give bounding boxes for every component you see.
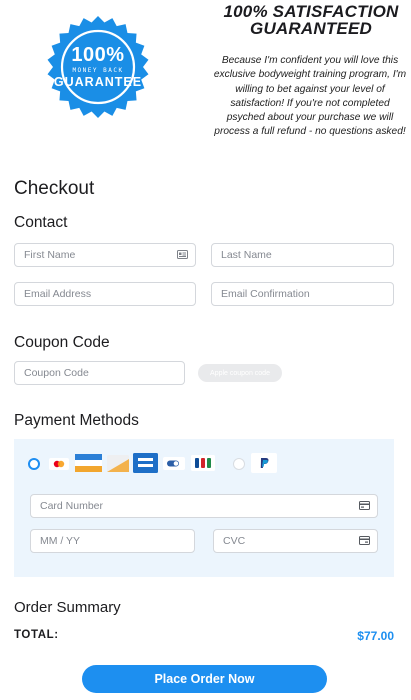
apply-coupon-button[interactable]: Apple coupon code xyxy=(198,364,282,382)
first-name-field[interactable]: First Name xyxy=(14,243,196,267)
card-orange-icon xyxy=(107,455,129,472)
place-order-button[interactable]: Place Order Now xyxy=(82,665,327,693)
total-value: $77.00 xyxy=(357,629,394,643)
contact-heading: Contact xyxy=(14,214,68,231)
badge-percent: 100% xyxy=(71,44,125,66)
coupon-placeholder: Coupon Code xyxy=(24,367,89,379)
first-name-placeholder: First Name xyxy=(24,249,76,261)
card-icon xyxy=(359,501,370,510)
coupon-code-input[interactable]: Coupon Code xyxy=(14,361,185,385)
badge-line1: MONEY BACK xyxy=(72,67,124,74)
cvc-placeholder: CVC xyxy=(223,535,246,547)
guarantee-section: 100% MONEY BACK GUARANTEE 100% SATISFACT… xyxy=(0,0,411,150)
email-placeholder: Email Address xyxy=(24,288,92,300)
coupon-heading: Coupon Code xyxy=(14,334,110,351)
guarantee-title-line1: 100% SATISFACTION xyxy=(223,2,399,21)
expiry-placeholder: MM / YY xyxy=(40,535,81,547)
page-title: Checkout xyxy=(14,178,95,199)
last-name-placeholder: Last Name xyxy=(221,249,272,261)
guarantee-title: 100% SATISFACTION GUARANTEED xyxy=(214,3,408,37)
email-confirmation-field[interactable]: Email Confirmation xyxy=(211,282,394,306)
email-confirmation-placeholder: Email Confirmation xyxy=(221,288,310,300)
money-back-badge: 100% MONEY BACK GUARANTEE xyxy=(46,15,150,119)
paypal-icon xyxy=(251,453,277,473)
payment-methods-heading: Payment Methods xyxy=(14,412,139,429)
expiry-field[interactable]: MM / YY xyxy=(30,529,195,553)
paypal-payment-radio[interactable] xyxy=(233,458,245,470)
cvc-card-icon xyxy=(359,536,370,545)
badge-line2: GUARANTEE xyxy=(53,75,143,89)
mastercard-icon xyxy=(49,458,69,470)
total-label: TOTAL: xyxy=(14,629,59,641)
contact-card-icon xyxy=(177,250,188,259)
last-name-field[interactable]: Last Name xyxy=(211,243,394,267)
card-payment-radio[interactable] xyxy=(28,458,40,470)
jcb-icon xyxy=(191,455,215,471)
card-stripe-icon xyxy=(75,454,102,472)
card-number-placeholder: Card Number xyxy=(40,500,104,512)
toggle-card-icon xyxy=(163,457,185,470)
order-summary-heading: Order Summary xyxy=(14,599,121,616)
guarantee-description: Because I'm confident you will love this… xyxy=(213,55,407,138)
cvc-field[interactable]: CVC xyxy=(213,529,378,553)
email-field[interactable]: Email Address xyxy=(14,282,196,306)
card-number-field[interactable]: Card Number xyxy=(30,494,378,518)
amex-icon xyxy=(133,453,158,473)
guarantee-title-line2: GUARANTEED xyxy=(250,19,372,38)
